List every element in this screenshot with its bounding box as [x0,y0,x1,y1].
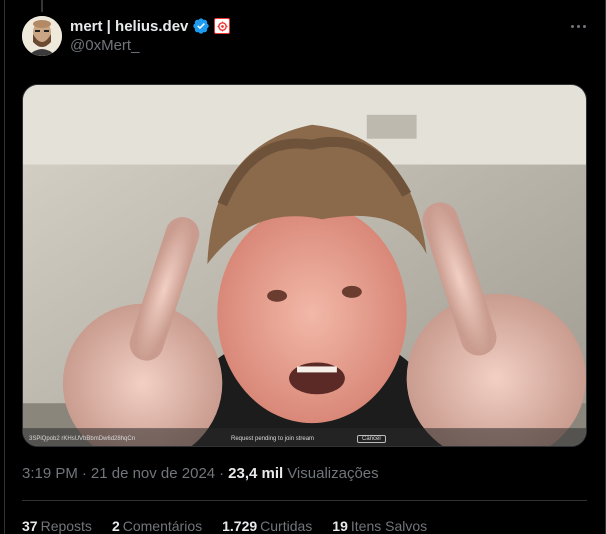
meta-separator: · [81,465,87,482]
views-label: Visualizações [287,465,379,482]
author-display-name[interactable]: mert | helius.dev [70,18,188,35]
stat-label: Curtidas [260,518,313,534]
media-overlay: 3SPiQpob2 rKHsUVbBbmDw6d28hqCn Request p… [23,430,586,443]
stat-number: 1.729 [222,518,258,534]
stat-reposts[interactable]: 37 Reposts [22,518,92,534]
stat-number: 2 [111,518,120,534]
stat-bookmarks[interactable]: 19 Itens Salvos [332,518,427,534]
tweet-date[interactable]: 21 de nov de 2024 [91,465,215,482]
photo-boy-making-gesture [23,85,586,446]
thread-connector-line [41,0,43,12]
stat-comments[interactable]: 2 Comentários [112,518,202,534]
author-handle[interactable]: @0xMert_ [70,37,139,54]
engagement-stats: 37 Reposts 2 Comentários 1.729 Curtidas 19 I… [22,518,427,534]
stat-label: Itens Salvos [350,518,428,534]
tweet-media-image[interactable]: 3SPiQpob2 rKHsUVbBbmDw6d28hqCn Request p… [22,84,587,447]
stat-likes[interactable]: 1.729 Curtidas [222,518,312,534]
stat-number: 19 [332,518,348,534]
overlay-stream-id: 3SPiQpob2 rKHsUVbBbmDw6d28hqCn [29,436,136,442]
overlay-status-text: Request pending to join stream [231,436,315,442]
divider [22,500,587,501]
more-options-icon[interactable] [568,18,588,34]
stat-label: Comentários [122,518,203,534]
meta-separator: · [219,465,225,482]
stat-label: Reposts [40,518,92,534]
stat-number: 37 [22,518,38,534]
views-count: 23,4 mil [228,465,284,482]
helius-affiliate-badge-icon[interactable] [214,18,231,34]
tweet-meta: 3:19 PM · 21 de nov de 2024 · 23,4 mil V… [22,465,379,482]
avatar-image [22,16,62,56]
author-avatar[interactable] [22,16,62,56]
tweet-time[interactable]: 3:19 PM [22,465,78,482]
verified-badge-icon[interactable] [192,17,210,35]
overlay-cancel-label: Cancel [357,435,386,443]
author-name-row: mert | helius.dev [70,16,231,36]
timeline-left-border [4,0,5,534]
